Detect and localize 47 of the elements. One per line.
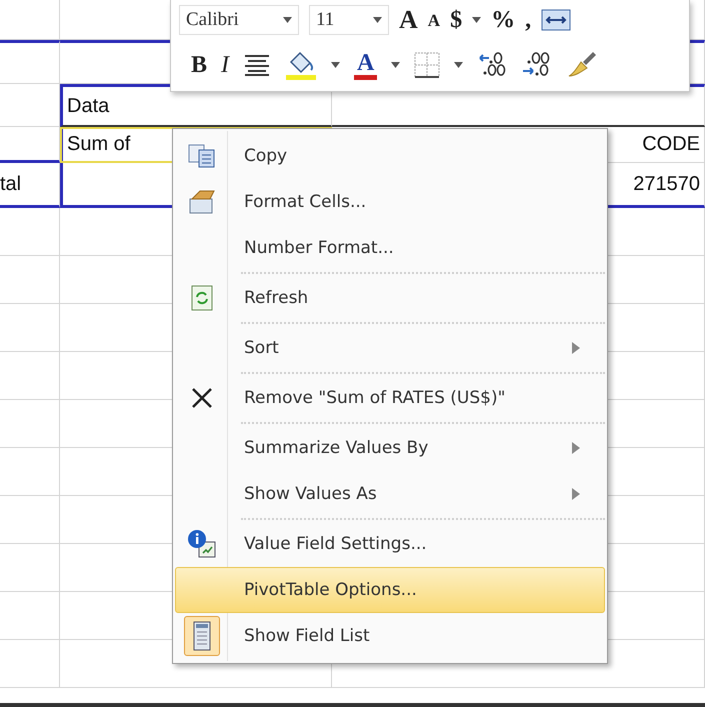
- decrease-decimal-icon[interactable]: [521, 51, 552, 79]
- remove-icon: [191, 387, 213, 409]
- italic-button[interactable]: I: [221, 53, 230, 77]
- center-align-icon[interactable]: [243, 53, 272, 77]
- total-value: 271570: [633, 172, 700, 196]
- currency-button[interactable]: $: [450, 8, 462, 32]
- value-field-label: Sum of: [67, 133, 130, 156]
- caret-icon[interactable]: [472, 17, 482, 23]
- caret-icon[interactable]: [454, 62, 464, 68]
- field-list-icon: [193, 621, 211, 651]
- menu-item[interactable]: Number Format...: [175, 225, 605, 271]
- format-cells-icon: [188, 189, 216, 215]
- font-field[interactable]: Calibri: [179, 5, 299, 35]
- caret-icon[interactable]: [391, 62, 400, 68]
- fill-color-icon[interactable]: [285, 50, 318, 80]
- caret-icon[interactable]: [373, 17, 382, 23]
- caret-icon[interactable]: [283, 17, 292, 23]
- menu-item[interactable]: Refresh: [175, 275, 605, 321]
- column-header: CODE: [642, 133, 700, 156]
- column-header: Data: [67, 94, 110, 118]
- comma-button[interactable]: ,: [525, 8, 532, 32]
- percent-button[interactable]: %: [491, 8, 516, 32]
- merge-icon[interactable]: [541, 8, 572, 32]
- caret-icon[interactable]: [331, 62, 340, 68]
- grow-font-button[interactable]: A: [399, 7, 418, 33]
- sheet-cell: [0, 84, 60, 127]
- field-settings-icon: [187, 529, 217, 559]
- refresh-icon: [191, 285, 213, 311]
- menu-item[interactable]: Copy: [175, 133, 605, 179]
- menu-item[interactable]: Value Field Settings...: [175, 521, 605, 567]
- sheet-cell: [0, 640, 60, 688]
- menu-item[interactable]: Show Values As: [175, 471, 605, 517]
- menu-item[interactable]: Remove "Sum of RATES (US$)": [175, 375, 605, 421]
- increase-decimal-icon[interactable]: [477, 51, 508, 79]
- sheet-cell: [0, 40, 60, 84]
- borders-icon[interactable]: [414, 52, 440, 78]
- menu-item[interactable]: Sort: [175, 325, 605, 371]
- font-size-field[interactable]: 11: [309, 5, 389, 35]
- shrink-font-button[interactable]: A: [428, 12, 440, 28]
- menu-item[interactable]: Format Cells...: [175, 179, 605, 225]
- menu-item[interactable]: PivotTable Options...: [175, 567, 605, 613]
- row-label: tal: [0, 172, 22, 196]
- copy-icon: [188, 144, 216, 168]
- font-color-button[interactable]: A: [354, 50, 378, 80]
- menu-item[interactable]: Show Field List: [175, 613, 605, 659]
- menu-item[interactable]: Summarize Values By: [175, 425, 605, 471]
- bold-button[interactable]: B: [191, 53, 208, 77]
